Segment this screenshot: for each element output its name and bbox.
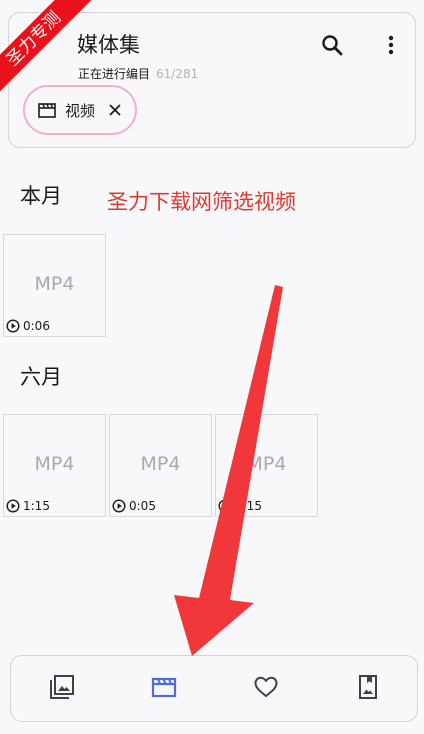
close-icon[interactable] [105,100,125,120]
file-type-label: MP4 [246,453,287,475]
media-thumbnail[interactable]: MP4 0:06 [3,234,106,337]
duration-badge: 1:15 [6,499,50,513]
duration-badge: 1:15 [218,499,262,513]
nav-videos[interactable] [149,672,179,702]
search-button[interactable] [316,29,348,61]
media-thumbnail[interactable]: MP4 1:15 [215,414,318,517]
chip-label: 视频 [65,101,96,120]
duration-text: 0:06 [23,319,50,333]
duration-badge: 0:05 [112,499,156,513]
play-circle-icon [6,499,20,513]
media-thumbnail[interactable]: MP4 1:15 [3,414,106,517]
duration-text: 1:15 [235,499,262,513]
page-subtitle: 正在进行编目 61/281 [78,66,198,82]
play-circle-icon [112,499,126,513]
section-label-june: 六月 [20,365,62,389]
movie-icon [151,677,177,698]
movie-icon [37,100,57,120]
more-options-button[interactable] [375,29,407,61]
video-filter-chip[interactable]: 视频 [23,85,137,135]
duration-badge: 0:06 [6,319,50,333]
file-type-label: MP4 [34,273,75,295]
duration-text: 1:15 [23,499,50,513]
subtitle-text: 正在进行编目 [78,67,151,81]
bottom-navigation [10,655,418,722]
file-type-label: MP4 [34,453,75,475]
catalog-progress: 61/281 [156,67,199,81]
header-card: 媒体集 正在进行编目 61/281 视频 [8,12,416,148]
media-thumbnail[interactable]: MP4 0:05 [109,414,212,517]
duration-text: 0:05 [129,499,156,513]
nav-favorites[interactable] [251,672,281,702]
play-circle-icon [218,499,232,513]
annotation-text: 圣力下载网筛选视频 [107,190,296,214]
photo-album-icon [359,675,377,699]
nav-photos[interactable] [47,672,77,702]
nav-albums[interactable] [353,672,383,702]
more-vert-icon [388,35,394,55]
search-icon [322,35,343,56]
photo-library-icon [50,675,74,699]
play-circle-icon [6,319,20,333]
section-label-this-month: 本月 [20,184,62,208]
page-title: 媒体集 [77,33,140,57]
heart-icon [254,676,278,698]
file-type-label: MP4 [140,453,181,475]
